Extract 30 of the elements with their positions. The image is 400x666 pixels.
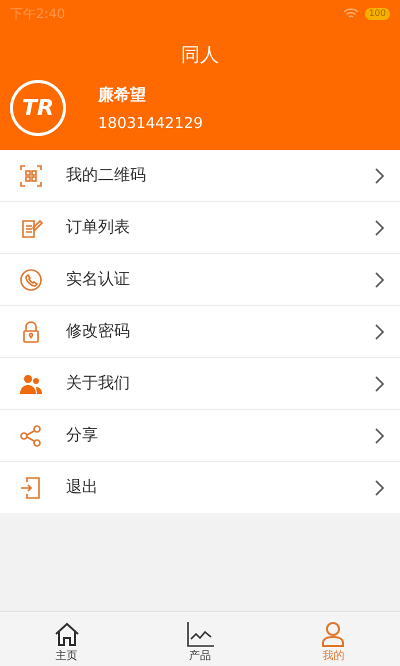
tab[interactable]: 产品 [133, 612, 267, 666]
wifi-icon [342, 8, 359, 20]
chevron-right-icon [374, 376, 384, 392]
chevron-right-icon [374, 272, 384, 288]
tab[interactable]: 主页 [0, 612, 134, 666]
user-name: 廉希望 [98, 84, 147, 106]
status-time: 下午2:40 [10, 6, 66, 23]
phone-icon [19, 268, 43, 292]
page-title: 同人 [180, 43, 220, 68]
home-icon [54, 621, 80, 647]
user-phone: 18031442129 [98, 114, 203, 132]
user-icon [321, 621, 346, 647]
menu-item[interactable]: 修改密码 [0, 306, 400, 357]
chevron-right-icon [374, 480, 384, 496]
menu-item[interactable]: 退出 [0, 462, 400, 513]
chevron-right-icon [374, 324, 384, 340]
battery-level: 100 [364, 8, 390, 20]
exit-icon [19, 476, 43, 500]
menu-item[interactable]: 订单列表 [0, 202, 400, 253]
menu-item[interactable]: 分享 [0, 410, 400, 461]
chevron-right-icon [374, 168, 384, 184]
avatar-logo: TR [10, 80, 66, 136]
line-chart-icon [186, 621, 214, 647]
menu-item[interactable]: 关于我们 [0, 358, 400, 409]
share-icon [19, 424, 43, 448]
menu-item[interactable]: 实名认证 [0, 254, 400, 305]
chevron-right-icon [374, 220, 384, 236]
qr-code-icon [19, 164, 43, 188]
chevron-right-icon [374, 428, 384, 444]
menu-item[interactable]: 我的二维码 [0, 150, 400, 201]
